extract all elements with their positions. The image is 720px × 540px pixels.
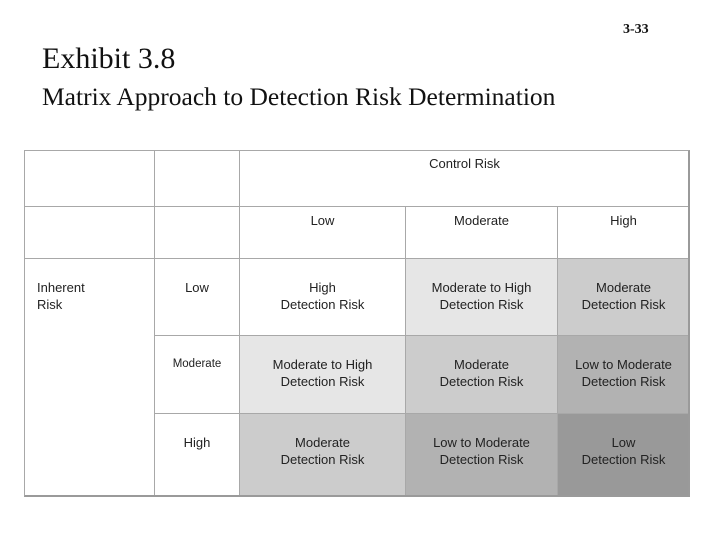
detection-risk-suffix: Detection Risk — [280, 452, 365, 467]
detection-risk-cell-inherent-low-control-moderate: Moderate to High Detection Risk — [406, 259, 558, 336]
detection-risk-level: Moderate — [295, 435, 350, 450]
control-risk-header: Control Risk — [240, 150, 690, 207]
detection-risk-suffix: Detection Risk — [439, 374, 524, 389]
detection-risk-suffix: Detection Risk — [581, 374, 666, 389]
inherent-risk-low: Low — [155, 259, 240, 336]
detection-risk-suffix: Detection Risk — [280, 374, 365, 389]
inherent-level-label: High — [183, 435, 211, 450]
detection-risk-suffix: Detection Risk — [581, 452, 666, 467]
inherent-risk-moderate: Moderate — [155, 336, 240, 414]
inherent-risk-label-line1: Inherent — [37, 280, 85, 295]
control-level-label: Low — [310, 213, 335, 228]
blank-cell-1 — [24, 207, 155, 259]
detection-risk-suffix: Detection Risk — [280, 297, 365, 312]
corner-cell-2 — [155, 150, 240, 207]
inherent-level-label: Moderate — [172, 358, 222, 370]
detection-risk-cell-inherent-moderate-control-low: Moderate to High Detection Risk — [240, 336, 406, 414]
inherent-level-label: Low — [185, 280, 209, 295]
control-risk-moderate: Moderate — [406, 207, 558, 259]
detection-risk-cell-inherent-moderate-control-high: Low to Moderate Detection Risk — [558, 336, 690, 414]
control-risk-high: High — [558, 207, 690, 259]
control-risk-label: Control Risk — [429, 156, 500, 171]
control-risk-low: Low — [240, 207, 406, 259]
detection-risk-suffix: Detection Risk — [581, 297, 666, 312]
detection-risk-cell-inherent-moderate-control-moderate: Moderate Detection Risk — [406, 336, 558, 414]
detection-risk-level: Moderate to High — [431, 280, 532, 295]
detection-risk-matrix: Control Risk Low Moderate High Inherent … — [24, 150, 690, 497]
detection-risk-suffix: Detection Risk — [439, 297, 524, 312]
control-level-label: Moderate — [454, 213, 509, 228]
page-number: 3-33 — [623, 22, 649, 37]
detection-risk-cell-inherent-high-control-low: Moderate Detection Risk — [240, 414, 406, 497]
inherent-risk-label-line2: Risk — [37, 297, 63, 312]
detection-risk-level: Moderate — [596, 280, 651, 295]
detection-risk-cell-inherent-low-control-high: Moderate Detection Risk — [558, 259, 690, 336]
control-level-label: High — [610, 213, 637, 228]
detection-risk-suffix: Detection Risk — [439, 452, 524, 467]
detection-risk-level: Low to Moderate — [433, 435, 530, 450]
detection-risk-level: Moderate to High — [272, 357, 373, 372]
corner-cell-1 — [24, 150, 155, 207]
detection-risk-level: Low to Moderate — [575, 357, 672, 372]
detection-risk-level: High — [309, 280, 336, 295]
detection-risk-cell-inherent-low-control-low: High Detection Risk — [240, 259, 406, 336]
inherent-risk-high: High — [155, 414, 240, 497]
inherent-risk-header: Inherent Risk — [24, 259, 155, 497]
exhibit-subtitle: Matrix Approach to Detection Risk Determ… — [42, 82, 556, 111]
detection-risk-cell-inherent-high-control-moderate: Low to Moderate Detection Risk — [406, 414, 558, 497]
detection-risk-level: Moderate — [454, 357, 509, 372]
exhibit-title: Exhibit 3.8 — [42, 42, 176, 75]
detection-risk-cell-inherent-high-control-high: Low Detection Risk — [558, 414, 690, 497]
blank-cell-2 — [155, 207, 240, 259]
detection-risk-level: Low — [611, 435, 636, 450]
